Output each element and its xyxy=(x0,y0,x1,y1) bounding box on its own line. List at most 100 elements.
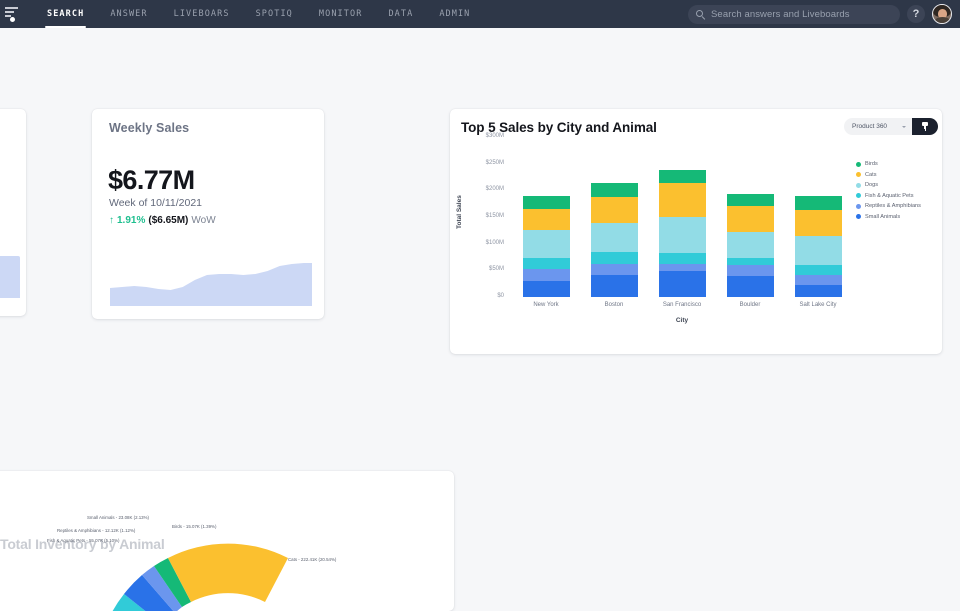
bar-segment[interactable] xyxy=(590,223,638,252)
y-axis-tick: $150M xyxy=(485,213,504,219)
bar-segment[interactable] xyxy=(794,195,842,210)
nav-label: ADMIN xyxy=(439,9,471,19)
legend-item[interactable]: Fish & Aquatic Pets xyxy=(856,191,921,202)
nav-label: DATA xyxy=(388,9,414,19)
legend-color-swatch xyxy=(856,172,861,178)
bar-segment[interactable] xyxy=(522,257,570,270)
legend-item[interactable]: Birds xyxy=(856,159,921,170)
total-inventory-card[interactable]: Total Inventory by Animal Small Animals … xyxy=(0,471,454,611)
pie-label-fish: Fish & Aquatic Pets - 55.07K (5.10%) xyxy=(47,538,120,543)
nav-item-monitor[interactable]: MONITOR xyxy=(306,0,376,28)
partial-sparkline xyxy=(0,256,20,298)
nav-item-admin[interactable]: ADMIN xyxy=(426,0,483,28)
bar-segment[interactable] xyxy=(590,196,638,224)
legend-item[interactable]: Reptiles & Amphibians xyxy=(856,201,921,212)
bar-segment[interactable] xyxy=(658,271,706,297)
nav-item-search[interactable]: SEARCH xyxy=(34,0,97,28)
bar-segment[interactable] xyxy=(658,253,706,264)
source-select-value: Product 360 xyxy=(852,123,888,130)
liveboard-canvas: Weekly Sales $6.77M Week of 10/11/2021 ↑… xyxy=(0,28,960,611)
bar-segment[interactable] xyxy=(590,274,638,297)
pie-label-birds: Birds - 15.07K (1.39%) xyxy=(172,524,217,529)
bar-segment[interactable] xyxy=(794,274,842,286)
bar-segment[interactable] xyxy=(522,269,570,281)
legend-color-swatch xyxy=(856,193,861,199)
kpi-sparkline xyxy=(110,254,312,306)
bar-segment[interactable] xyxy=(726,265,774,276)
pin-icon xyxy=(921,122,929,131)
avatar[interactable] xyxy=(932,4,952,24)
nav-item-answer[interactable]: ANSWER xyxy=(97,0,160,28)
global-search[interactable]: Search answers and Liveboards xyxy=(688,4,900,24)
nav-label: LIVEBOARS xyxy=(173,9,230,19)
bar-segment[interactable] xyxy=(794,235,842,266)
bar-segment[interactable] xyxy=(726,275,774,297)
bar-segment[interactable] xyxy=(658,263,706,272)
partial-kpi-card[interactable] xyxy=(0,109,26,316)
bar-segment[interactable] xyxy=(658,169,706,184)
bar-segment[interactable] xyxy=(522,209,570,231)
x-axis-tick: Salt Lake City xyxy=(799,302,837,308)
search-input[interactable]: Search answers and Liveboards xyxy=(711,9,850,20)
kpi-value: $6.77M xyxy=(108,165,195,195)
kpi-delta-percent: 1.91% xyxy=(117,215,146,226)
pie-label-cats: Cats - 222.41K (20.54%) xyxy=(288,557,337,562)
pin-button[interactable] xyxy=(912,118,938,135)
nav-label: SEARCH xyxy=(47,9,85,19)
nav-item-spotiq[interactable]: SPOTIQ xyxy=(243,0,306,28)
y-axis-tick: $300M xyxy=(485,133,504,139)
weekly-sales-card[interactable]: Weekly Sales $6.77M Week of 10/11/2021 ↑… xyxy=(92,109,324,319)
nav-right-cluster: Search answers and Liveboards ? xyxy=(688,0,952,28)
y-axis-tick: $50M xyxy=(488,266,504,273)
legend-item[interactable]: Dogs xyxy=(856,180,921,191)
bar-segment[interactable] xyxy=(726,231,774,258)
bar-column[interactable] xyxy=(658,137,706,297)
bar-series-group xyxy=(512,137,852,297)
card-title: Weekly Sales xyxy=(109,121,190,135)
thoughtspot-logo-icon xyxy=(4,6,18,22)
bar-segment[interactable] xyxy=(726,194,774,207)
app-logo[interactable] xyxy=(0,0,22,28)
bar-segment[interactable] xyxy=(726,257,774,266)
help-button[interactable]: ? xyxy=(907,5,925,23)
bar-segment[interactable] xyxy=(794,209,842,236)
legend-item[interactable]: Small Animals xyxy=(856,212,921,223)
bar-segment[interactable] xyxy=(590,263,638,275)
bar-segment[interactable] xyxy=(522,230,570,258)
bar-column[interactable] xyxy=(590,137,638,297)
nav-item-data[interactable]: DATA xyxy=(375,0,426,28)
source-select[interactable]: Product 360 xyxy=(844,118,912,135)
bar-segment[interactable] xyxy=(794,265,842,275)
bar-column[interactable] xyxy=(726,137,774,297)
bar-column[interactable] xyxy=(794,137,842,297)
legend-label: Fish & Aquatic Pets xyxy=(865,192,914,199)
chart-legend: Birds Cats Dogs Fish & Aquatic Pets Reptiles… xyxy=(856,159,921,222)
y-axis-label: Total Sales xyxy=(456,195,463,229)
bar-segment[interactable] xyxy=(794,285,842,297)
nav-label: MONITOR xyxy=(318,9,363,19)
bar-segment[interactable] xyxy=(590,251,638,264)
bar-column[interactable] xyxy=(522,137,570,297)
pie-label-small-animals: Small Animals - 23.08K (2.13%) xyxy=(87,515,149,520)
kpi-delta: ↑ 1.91% ($6.65M) WoW xyxy=(109,215,216,226)
y-axis-tick: $100M xyxy=(485,239,504,246)
bar-segment[interactable] xyxy=(522,281,570,297)
legend-item[interactable]: Cats xyxy=(856,170,921,181)
search-icon xyxy=(696,9,705,19)
legend-label: Small Animals xyxy=(865,213,901,220)
bar-segment[interactable] xyxy=(658,183,706,218)
y-axis-tick: $0 xyxy=(497,293,504,299)
bar-segment[interactable] xyxy=(522,195,570,210)
nav-label: ANSWER xyxy=(110,9,148,19)
legend-label: Birds xyxy=(865,161,878,168)
bar-segment[interactable] xyxy=(726,206,774,232)
bar-segment[interactable] xyxy=(590,183,638,197)
nav-item-liveboards[interactable]: LIVEBOARS xyxy=(161,0,243,28)
top-navigation-bar: SEARCH ANSWER LIVEBOARS SPOTIQ MONITOR D… xyxy=(0,0,960,28)
x-axis-label: City xyxy=(675,317,689,324)
legend-label: Dogs xyxy=(865,182,879,189)
nav-label: SPOTIQ xyxy=(255,9,293,19)
top5-sales-chart-card[interactable]: Top 5 Sales by City and Animal Product 3… xyxy=(450,109,942,354)
bar-segment[interactable] xyxy=(658,217,706,254)
legend-color-swatch xyxy=(856,203,861,209)
